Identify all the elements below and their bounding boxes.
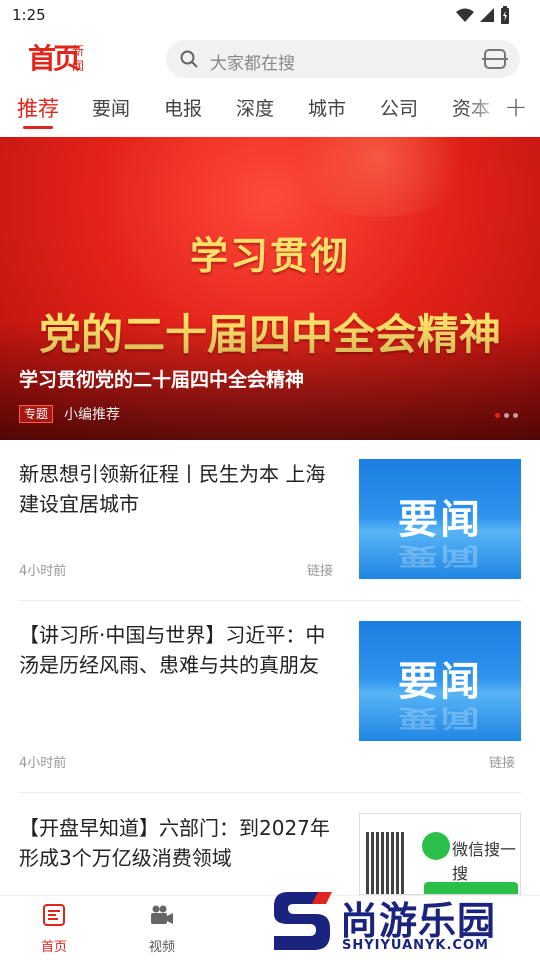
article-time: 4小时前 bbox=[19, 756, 67, 771]
status-bar: 1:25 bbox=[0, 0, 540, 32]
wifi-icon bbox=[456, 8, 474, 22]
article-time: 4小时前 bbox=[19, 564, 67, 579]
banner-title: 学习贯彻党的二十届四中全会精神 bbox=[19, 369, 305, 391]
watermark-url: SHYIYUANYK.COM bbox=[342, 938, 489, 953]
scan-icon[interactable] bbox=[482, 49, 508, 69]
carousel-indicator bbox=[495, 413, 518, 418]
tab-telegraph[interactable]: 电报 bbox=[164, 94, 202, 121]
list-divider bbox=[19, 600, 521, 601]
logo-main-text: 首页 bbox=[28, 42, 81, 75]
site-watermark: 尚游乐园 SHYIYUANYK.COM bbox=[262, 886, 540, 960]
video-camera-icon bbox=[151, 905, 173, 924]
article-thumbnail: 要闻 要闻 bbox=[359, 621, 521, 741]
tab-recommend[interactable]: 推荐 bbox=[17, 93, 59, 123]
list-divider bbox=[19, 792, 521, 793]
tab-fade bbox=[464, 86, 504, 132]
thumbnail-reflection: 要闻 bbox=[398, 703, 482, 732]
status-time: 1:25 bbox=[12, 6, 46, 24]
add-channel-icon[interactable]: + bbox=[502, 90, 530, 124]
nav-item-home[interactable]: 首页 bbox=[24, 904, 84, 955]
news-list-item[interactable]: 新思想引领新征程丨民生为本 上海建设宜居城市 4小时前 链接 要闻 要闻 bbox=[19, 459, 521, 581]
news-list-item[interactable]: 【讲习所·中国与世界】习近平：中汤是历经风雨、患难与共的真朋友 4小时前 链接 … bbox=[19, 620, 521, 772]
article-thumbnail: 微信搜一搜 bbox=[359, 813, 521, 895]
logo-side-text: 新闻 bbox=[72, 44, 85, 73]
tab-headlines[interactable]: 要闻 bbox=[92, 94, 130, 121]
search-bar[interactable]: 大家都在搜 bbox=[166, 40, 520, 78]
signal-icon bbox=[480, 8, 494, 22]
article-link-label[interactable]: 链接 bbox=[489, 752, 515, 771]
tab-in-depth[interactable]: 深度 bbox=[236, 94, 274, 121]
thumbnail-text: 要闻 bbox=[398, 497, 482, 543]
status-icons bbox=[456, 6, 510, 24]
home-news-icon bbox=[43, 904, 65, 926]
carousel-dot bbox=[504, 413, 509, 418]
carousel-dot bbox=[495, 413, 500, 418]
nav-label: 首页 bbox=[40, 940, 67, 955]
hero-banner[interactable]: 学习贯彻 党的二十届四中全会精神 学习贯彻党的二十届四中全会精神 专题 小编推荐 bbox=[0, 137, 540, 440]
article-title: 新思想引领新征程丨民生为本 上海建设宜居城市 bbox=[19, 462, 326, 516]
app-logo[interactable]: 首页 新闻 bbox=[28, 42, 90, 76]
thumbnail-text: 要闻 bbox=[398, 659, 482, 705]
search-icon bbox=[180, 50, 198, 68]
tab-company[interactable]: 公司 bbox=[380, 94, 418, 121]
news-list-item[interactable]: 【开盘早知道】六部门：到2027年形成3个万亿级消费领域 微信搜一搜 bbox=[19, 813, 521, 895]
carousel-dot bbox=[513, 413, 518, 418]
search-placeholder: 大家都在搜 bbox=[210, 54, 295, 74]
article-link-label[interactable]: 链接 bbox=[307, 560, 333, 579]
banner-source: 小编推荐 bbox=[64, 407, 120, 423]
nav-label: 视频 bbox=[148, 940, 175, 955]
wechat-icon bbox=[422, 832, 450, 860]
nav-item-video[interactable]: 视频 bbox=[132, 904, 192, 955]
battery-icon bbox=[501, 6, 509, 24]
banner-topic-tag: 专题 bbox=[19, 405, 54, 423]
banner-emblem-decoration bbox=[280, 137, 480, 217]
article-title: 【讲习所·中国与世界】习近平：中汤是历经风雨、患难与共的真朋友 bbox=[19, 623, 326, 677]
channel-tabs: 推荐 要闻 电报 深度 城市 公司 资本 + bbox=[0, 86, 540, 132]
active-tab-indicator bbox=[23, 126, 53, 129]
watermark-s-logo bbox=[274, 892, 332, 950]
tab-city[interactable]: 城市 bbox=[308, 94, 346, 121]
article-title: 【开盘早知道】六部门：到2027年形成3个万亿级消费领域 bbox=[19, 816, 330, 870]
banner-image-line1: 学习贯彻 bbox=[189, 233, 350, 278]
wechat-search-text: 微信搜一搜 bbox=[452, 840, 517, 883]
watermark-text: 尚游乐园 bbox=[340, 899, 497, 943]
article-thumbnail: 要闻 要闻 bbox=[359, 459, 521, 579]
app-header: 首页 新闻 大家都在搜 bbox=[0, 32, 540, 86]
thumbnail-reflection: 要闻 bbox=[398, 541, 482, 570]
